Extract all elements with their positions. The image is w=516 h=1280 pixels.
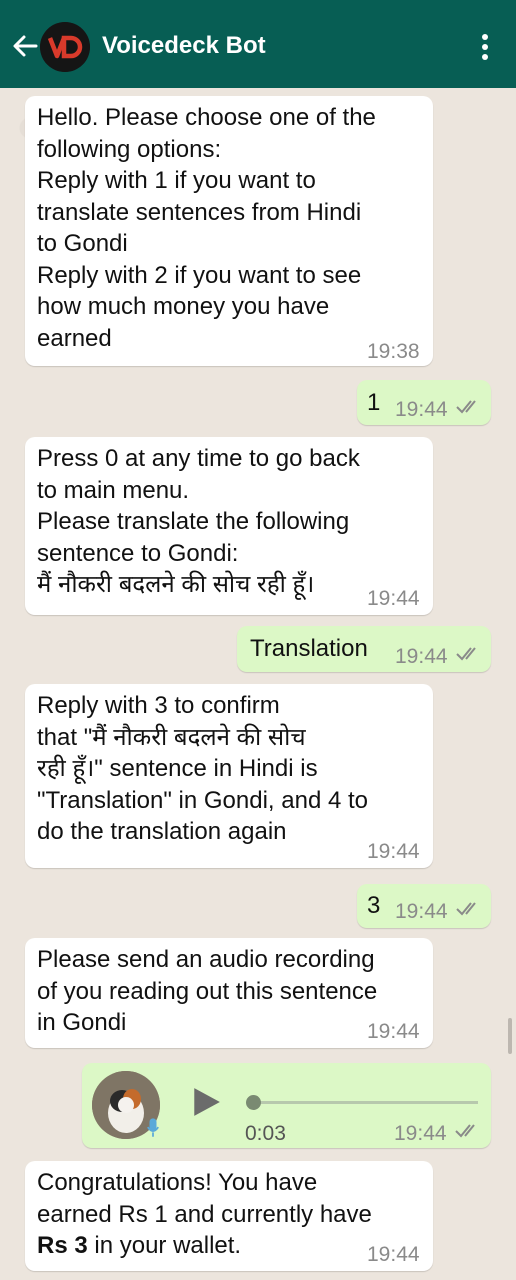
read-ticks-icon (456, 902, 476, 916)
message-time: 19:44 (395, 645, 448, 668)
message-time: 19:38 (367, 340, 420, 363)
read-ticks-icon (455, 1124, 475, 1138)
message-time: 19:44 (367, 587, 420, 610)
message-text: Reply with 3 to confirm that "मैं नौकरी … (37, 692, 369, 845)
incoming-message[interactable]: Press 0 at any time to go back to main m… (25, 437, 433, 615)
audio-duration: 0:03 (245, 1122, 286, 1145)
play-icon[interactable] (190, 1085, 222, 1119)
message-time: 19:44 (395, 900, 448, 923)
more-options-icon[interactable] (470, 30, 500, 64)
message-text: 1 (367, 389, 381, 416)
outgoing-message[interactable]: 1 19:44 (357, 380, 491, 425)
incoming-message[interactable]: Congratulations! You have earned Rs 1 an… (25, 1161, 433, 1271)
message-text: 3 (367, 892, 381, 919)
message-text: Congratulations! You have earned Rs 1 an… (37, 1167, 417, 1262)
voice-message[interactable]: 0:03 19:44 (82, 1063, 491, 1148)
back-arrow-icon[interactable] (10, 31, 40, 61)
message-text: Press 0 at any time to go back to main m… (37, 445, 360, 598)
chat-header: Voicedeck Bot (0, 8, 516, 88)
message-text: Translation (250, 635, 368, 662)
outgoing-message[interactable]: Translation 19:44 (237, 626, 491, 672)
read-ticks-icon (456, 647, 476, 661)
status-bar (0, 0, 516, 8)
read-ticks-icon (456, 400, 476, 414)
message-time: 19:44 (367, 840, 420, 863)
microphone-icon (147, 1118, 159, 1137)
message-text-part: Congratulations! You have earned Rs 1 an… (37, 1169, 372, 1228)
message-time: 19:44 (367, 1020, 420, 1043)
contact-name[interactable]: Voicedeck Bot (102, 32, 266, 60)
message-time: 19:44 (367, 1243, 420, 1266)
scrollbar[interactable] (508, 1018, 512, 1054)
incoming-message[interactable]: Hello. Please choose one of the followin… (25, 96, 433, 366)
contact-avatar[interactable] (40, 22, 90, 72)
audio-progress-thumb[interactable] (246, 1095, 261, 1110)
wallet-amount: Rs 3 (37, 1232, 88, 1259)
message-text-part: in your wallet. (87, 1232, 242, 1259)
message-time: 19:44 (394, 1122, 447, 1145)
voicedeck-logo-icon (40, 22, 90, 72)
incoming-message[interactable]: Reply with 3 to confirm that "मैं नौकरी … (25, 684, 433, 868)
message-time: 19:44 (395, 398, 448, 421)
message-text: Hello. Please choose one of the followin… (37, 104, 376, 352)
outgoing-message[interactable]: 3 19:44 (357, 884, 491, 928)
incoming-message[interactable]: Please send an audio recording of you re… (25, 938, 433, 1048)
audio-progress-track[interactable] (246, 1095, 478, 1110)
message-text: Please send an audio recording of you re… (37, 946, 378, 1036)
